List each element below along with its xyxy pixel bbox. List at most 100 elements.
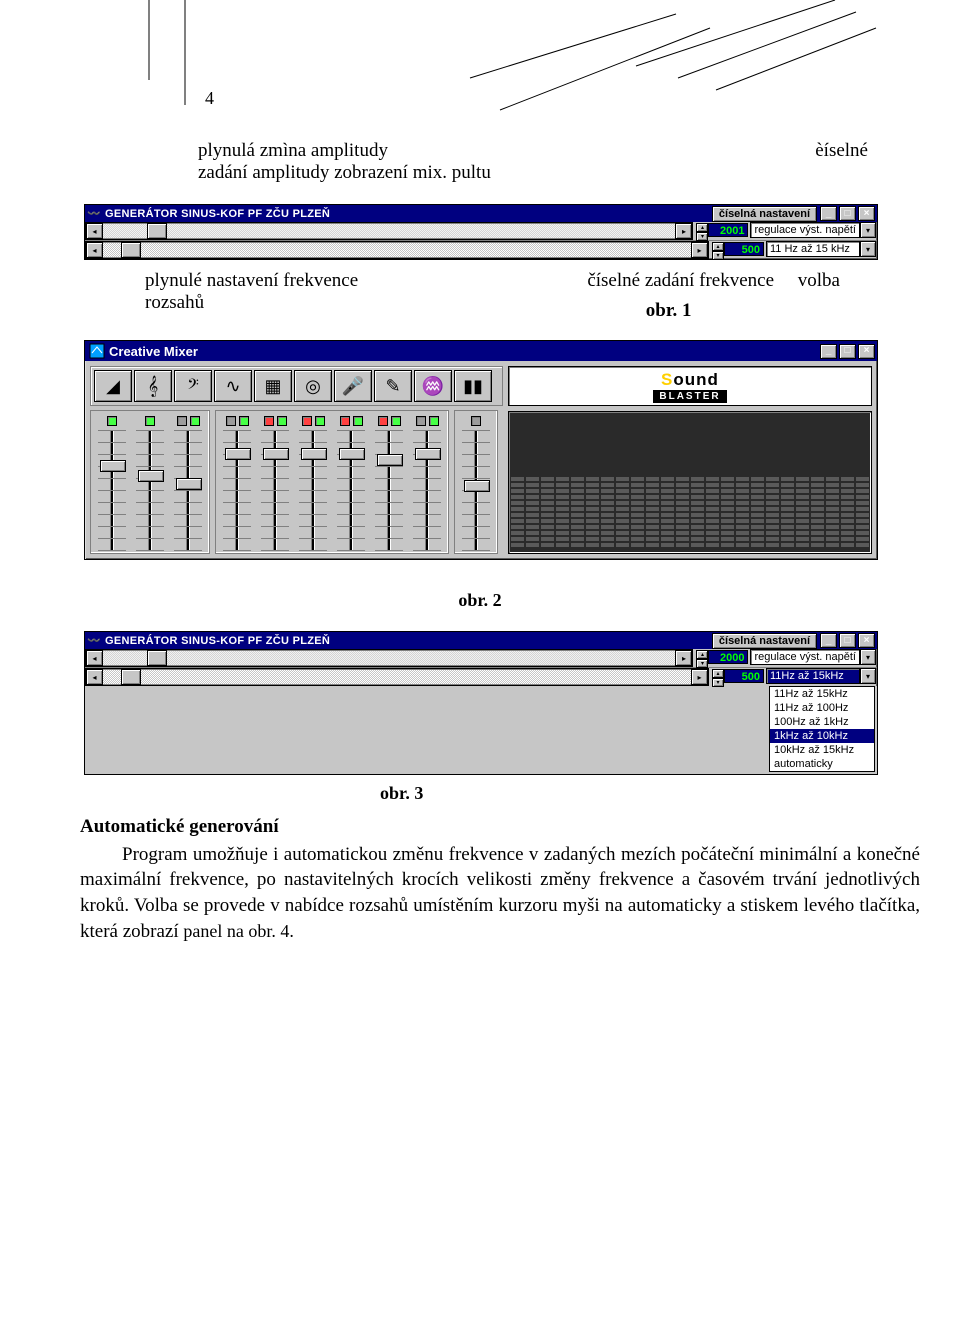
mixer-channel: [333, 414, 369, 550]
minimize-button[interactable]: _: [820, 344, 837, 359]
scroll-left-icon[interactable]: ◂: [86, 650, 103, 666]
scroll-left-icon[interactable]: ◂: [86, 223, 103, 239]
indicator-led: [378, 416, 388, 426]
dropdown-option[interactable]: 11Hz až 15kHz: [770, 687, 874, 701]
indicator-led: [416, 416, 426, 426]
midi-icon[interactable]: ▦: [254, 370, 292, 402]
scroll-right-icon[interactable]: ▸: [675, 223, 692, 239]
indicator-led: [391, 416, 401, 426]
intro-labels: plynulá zmìna amplitudy èíselné zadání a…: [198, 140, 868, 184]
page-number: 4: [205, 88, 214, 108]
channel-slider[interactable]: [417, 430, 437, 550]
figure-3-caption: obr. 3: [380, 783, 960, 804]
close-button[interactable]: ×: [858, 206, 875, 221]
chevron-down-icon[interactable]: ▾: [860, 222, 876, 238]
scroll-right-icon[interactable]: ▸: [691, 669, 708, 685]
mixer-channel: [219, 414, 255, 550]
close-button[interactable]: ×: [858, 344, 875, 359]
channel-slider[interactable]: [303, 430, 323, 550]
header-decoration: 4: [0, 0, 960, 130]
minimize-button[interactable]: _: [820, 206, 837, 221]
generator-window-1: 〰️ GENERÁTOR SINUS-KOF PF ZČU PLZEŇ číse…: [84, 204, 878, 260]
label-rozsahu: rozsahů: [145, 292, 358, 314]
frequency-spinner[interactable]: ▴▾ 500: [712, 669, 764, 683]
label-ciselne: èíselné: [815, 140, 868, 162]
mixer-channel: [170, 414, 206, 550]
volume-icon[interactable]: ◢: [94, 370, 132, 402]
scroll-left-icon[interactable]: ◂: [86, 242, 103, 258]
mixer-icon-buttons: ◢𝄞𝄢∿▦◎🎤✎♒▮▮: [90, 366, 503, 406]
bass-icon[interactable]: 𝄢: [174, 370, 212, 402]
app-icon: 〰️: [87, 634, 101, 648]
range-combo[interactable]: 11Hz až 15kHz ▾: [766, 668, 876, 684]
channel-slider[interactable]: [178, 430, 198, 550]
scroll-right-icon[interactable]: ▸: [675, 650, 692, 666]
wave-icon[interactable]: ∿: [214, 370, 252, 402]
indicator-led: [277, 416, 287, 426]
maximize-button[interactable]: □: [839, 633, 856, 648]
chevron-down-icon[interactable]: ▾: [860, 241, 876, 257]
generator-window-3: 〰️ GENERÁTOR SINUS-KOF PF ZČU PLZEŇ číse…: [84, 631, 878, 775]
dropdown-option[interactable]: automaticky: [770, 757, 874, 771]
channel-slider[interactable]: [341, 430, 361, 550]
paragraph-automatic: Automatické generování Program umožňuje …: [80, 814, 920, 944]
mixer-channel: [257, 414, 293, 550]
channel-slider[interactable]: [140, 430, 160, 550]
indicator-led: [107, 416, 117, 426]
range-dropdown-list[interactable]: 11Hz až 15kHz11Hz až 100Hz100Hz až 1kHz1…: [769, 686, 875, 772]
chevron-down-icon[interactable]: ▾: [860, 649, 876, 665]
paragraph-heading: Automatické generování: [80, 814, 920, 840]
channel-slider[interactable]: [265, 430, 285, 550]
channel-slider[interactable]: [102, 430, 122, 550]
scroll-right-icon[interactable]: ▸: [691, 242, 708, 258]
frequency-scroll[interactable]: ◂ ▸: [85, 241, 709, 259]
indicator-led: [226, 416, 236, 426]
figure-2-caption: obr. 2: [0, 590, 960, 611]
mic-icon[interactable]: 🎤: [334, 370, 372, 402]
maximize-button[interactable]: □: [839, 206, 856, 221]
mid-labels: plynulé nastavení frekvence rozsahů číse…: [145, 270, 900, 332]
channel-slider[interactable]: [466, 430, 486, 550]
frequency-spinner[interactable]: ▴▾ 500: [712, 242, 764, 256]
figure-1-caption: obr. 1: [587, 300, 750, 322]
dropdown-option[interactable]: 10kHz až 15kHz: [770, 743, 874, 757]
range-combo[interactable]: 11 Hz až 15 kHz ▾: [766, 241, 876, 257]
amplitude-spinner[interactable]: ▴▾ 2000: [696, 650, 748, 664]
lfe-icon[interactable]: ♒: [414, 370, 452, 402]
indicator-led: [145, 416, 155, 426]
channel-slider[interactable]: [227, 430, 247, 550]
mic2-icon[interactable]: ✎: [374, 370, 412, 402]
indicator-led: [471, 416, 481, 426]
cd-icon[interactable]: ◎: [294, 370, 332, 402]
window-title: GENERÁTOR SINUS-KOF PF ZČU PLZEŇ: [105, 635, 712, 647]
indicator-led: [353, 416, 363, 426]
indicator-led: [429, 416, 439, 426]
amplitude-scroll[interactable]: ◂ ▸: [85, 222, 693, 240]
amplitude-spinner[interactable]: ▴▾ 2001: [696, 223, 748, 237]
chevron-down-icon[interactable]: ▾: [860, 668, 876, 684]
mixer-app-icon: [88, 342, 106, 360]
mixer-channel: [458, 414, 494, 550]
scroll-left-icon[interactable]: ◂: [86, 669, 103, 685]
close-button[interactable]: ×: [858, 633, 875, 648]
mixer-channel: [371, 414, 407, 550]
settings-label: číselná nastavení: [712, 633, 817, 649]
channel-slider[interactable]: [379, 430, 399, 550]
maximize-button[interactable]: □: [839, 344, 856, 359]
output-combo[interactable]: regulace výst. napětí ▾: [750, 649, 876, 665]
settings-label: číselná nastavení: [712, 206, 817, 222]
dropdown-option[interactable]: 100Hz až 1kHz: [770, 715, 874, 729]
minimize-button[interactable]: _: [820, 633, 837, 648]
indicator-led: [177, 416, 187, 426]
output-combo[interactable]: regulace výst. napětí ▾: [750, 222, 876, 238]
frequency-scroll[interactable]: ◂ ▸: [85, 668, 709, 686]
dropdown-option[interactable]: 1kHz až 10kHz: [770, 729, 874, 743]
mixer-title: Creative Mixer: [109, 344, 820, 359]
window-title: GENERÁTOR SINUS-KOF PF ZČU PLZEŇ: [105, 208, 712, 220]
treble-icon[interactable]: 𝄞: [134, 370, 172, 402]
amplitude-scroll[interactable]: ◂ ▸: [85, 649, 693, 667]
bars-icon[interactable]: ▮▮: [454, 370, 492, 402]
dropdown-option[interactable]: 11Hz až 100Hz: [770, 701, 874, 715]
label-amp-line2: zadání amplitudy zobrazení mix. pultu: [198, 162, 868, 184]
indicator-led: [315, 416, 325, 426]
